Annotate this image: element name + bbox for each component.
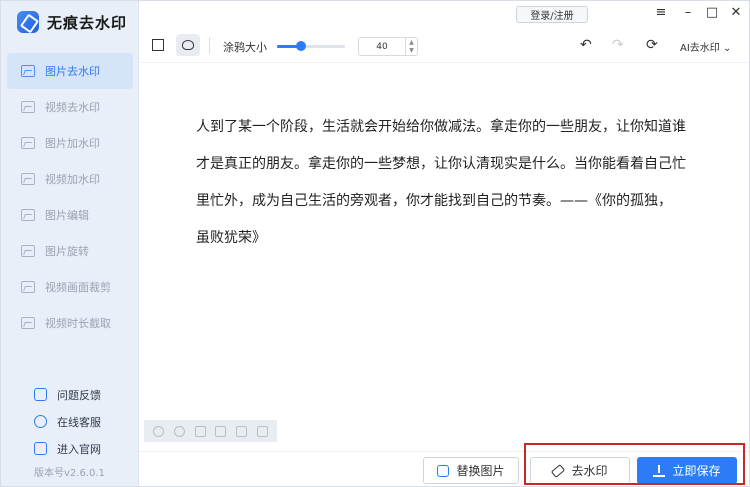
sidebar-item-image-rotate[interactable]: 图片旋转 (7, 233, 133, 269)
sidebar-item-video-crop[interactable]: 视频画面裁剪 (7, 269, 133, 305)
actual-size-icon[interactable] (194, 425, 206, 437)
sidebar-item-label: 视频加水印 (45, 173, 100, 186)
brush-size-label: 涂鸦大小 (223, 41, 267, 54)
online-service-link[interactable]: 在线客服 (1, 408, 139, 435)
sidebar-bottom-links: 问题反馈 在线客服 进入官网 (1, 381, 139, 462)
redo-icon[interactable]: ↷ (612, 37, 624, 53)
brush-size-input[interactable]: 40 ▲ ▼ (358, 37, 418, 56)
sidebar-item-image-remove-watermark[interactable]: 图片去水印 (7, 53, 133, 89)
brush-icon (182, 40, 194, 50)
sidebar-nav: 图片去水印 视频去水印 图片加水印 视频加水印 图片编辑 图片旋转 视频画面裁剪… (1, 53, 139, 341)
website-link[interactable]: 进入官网 (1, 435, 139, 462)
title-bar: 登录/注册 ≡ – □ ✕ (140, 1, 749, 29)
image-canvas[interactable]: 人到了某一个阶段，生活就会开始给你做减法。拿走你的一些朋友，让你知道谁 才是真正… (140, 64, 749, 451)
feedback-icon (34, 388, 47, 401)
brush-size-stepper[interactable]: ▲ ▼ (405, 38, 417, 55)
image-text-content: 人到了某一个阶段，生活就会开始给你做减法。拿走你的一些朋友，让你知道谁 才是真正… (196, 109, 706, 257)
sidebar-item-label: 视频去水印 (45, 101, 100, 114)
replace-image-button[interactable]: 替换图片 (423, 457, 519, 484)
toolbar-divider (209, 37, 210, 54)
sidebar: 无痕去水印 图片去水印 视频去水印 图片加水印 视频加水印 图片编辑 图片旋转 … (1, 1, 139, 486)
sidebar-item-label: 视频画面裁剪 (45, 281, 111, 294)
chevron-down-icon[interactable]: ▼ (409, 47, 414, 54)
text-line: 虽败犹荣》 (196, 230, 266, 246)
sidebar-item-video-trim[interactable]: 视频时长截取 (7, 305, 133, 341)
app-name: 无痕去水印 (47, 13, 128, 32)
chevron-up-icon[interactable]: ▲ (409, 39, 414, 46)
sidebar-item-video-remove-watermark[interactable]: 视频去水印 (7, 89, 133, 125)
sidebar-item-label: 图片旋转 (45, 245, 89, 258)
maximize-icon[interactable]: □ (704, 5, 720, 20)
brush-size-slider[interactable] (277, 41, 345, 51)
service-icon (34, 415, 47, 428)
video-icon (21, 173, 35, 185)
highlight-box (524, 443, 745, 485)
sidebar-item-image-edit[interactable]: 图片编辑 (7, 197, 133, 233)
undo-icon[interactable]: ↶ (580, 37, 592, 53)
zoom-in-icon[interactable] (173, 425, 185, 437)
close-icon[interactable]: ✕ (728, 5, 744, 20)
compare-icon[interactable] (257, 425, 269, 437)
brush-tool-button[interactable] (176, 34, 200, 56)
text-line: 才是真正的朋友。拿走你的一些梦想，让你认清现实是什么。当你能看着自己忙 (196, 156, 686, 172)
ai-icon[interactable]: ⟳ (646, 37, 658, 53)
feedback-label: 问题反馈 (57, 388, 101, 402)
sidebar-item-label: 图片编辑 (45, 209, 89, 222)
app-logo: 无痕去水印 (17, 11, 127, 33)
version-label: 版本号v2.6.0.1 (34, 468, 105, 479)
sidebar-item-video-add-watermark[interactable]: 视频加水印 (7, 161, 133, 197)
feedback-link[interactable]: 问题反馈 (1, 381, 139, 408)
video-icon (21, 101, 35, 113)
zoom-toolbar (144, 420, 277, 442)
sidebar-item-label: 视频时长截取 (45, 317, 111, 330)
chevron-down-icon: ⌄ (722, 43, 732, 54)
hand-icon[interactable] (236, 425, 248, 437)
fit-screen-icon[interactable] (215, 425, 227, 437)
zoom-out-icon[interactable] (152, 425, 164, 437)
text-line: 里忙外，成为自己生活的旁观者，你才能找到自己的节奏。——《你的孤独， (196, 193, 672, 209)
minimize-icon[interactable]: – (680, 5, 696, 20)
replace-label: 替换图片 (456, 464, 505, 478)
service-label: 在线客服 (57, 415, 101, 429)
menu-icon[interactable]: ≡ (653, 5, 669, 20)
login-button[interactable]: 登录/注册 (516, 6, 588, 23)
ai-label: AI去水印 (680, 43, 720, 54)
image-icon (21, 245, 35, 257)
image-icon (21, 65, 35, 77)
sidebar-item-label: 图片去水印 (45, 65, 100, 78)
image-icon (21, 137, 35, 149)
text-line: 人到了某一个阶段，生活就会开始给你做减法。拿走你的一些朋友，让你知道谁 (196, 119, 686, 135)
slider-handle[interactable] (295, 41, 306, 51)
website-icon (34, 442, 47, 455)
video-icon (21, 317, 35, 329)
app-window: 无痕去水印 图片去水印 视频去水印 图片加水印 视频加水印 图片编辑 图片旋转 … (0, 0, 750, 487)
image-icon (21, 209, 35, 221)
brush-size-value: 40 (376, 41, 388, 52)
ai-remove-dropdown[interactable]: AI去水印 ⌄ (680, 39, 731, 54)
video-icon (21, 281, 35, 293)
rect-select-icon[interactable] (152, 39, 164, 51)
sidebar-item-image-add-watermark[interactable]: 图片加水印 (7, 125, 133, 161)
logo-icon (17, 11, 39, 33)
sidebar-item-label: 图片加水印 (45, 137, 100, 150)
replace-icon (437, 464, 450, 477)
editor-toolbar: 涂鸦大小 40 ▲ ▼ ↶ ↷ ⟳ AI去水印 ⌄ (140, 29, 749, 63)
website-label: 进入官网 (57, 442, 101, 456)
